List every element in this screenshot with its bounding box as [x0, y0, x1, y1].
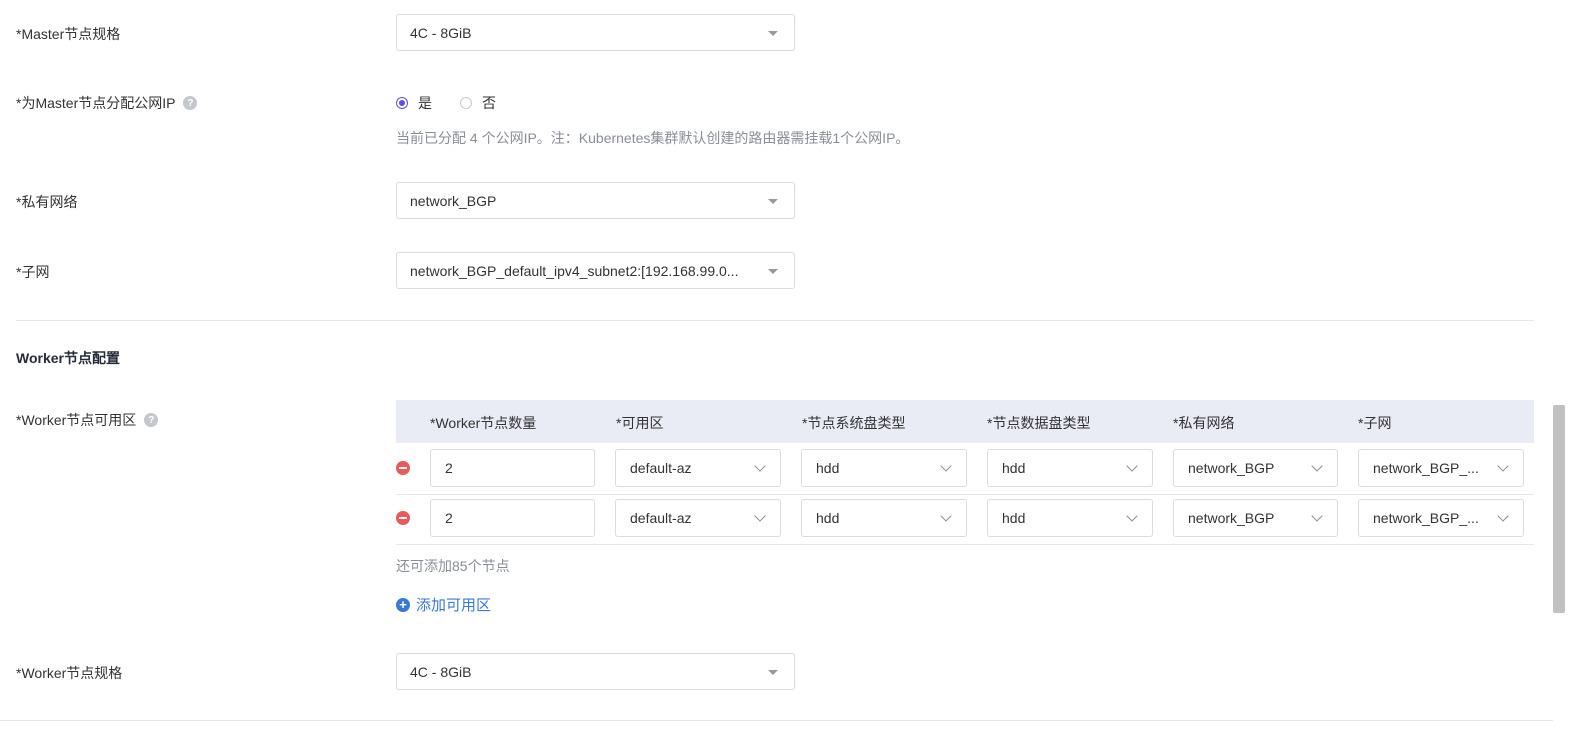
minus-circle-icon[interactable] — [396, 461, 410, 475]
worker-az-label: *Worker节点可用区 ? — [16, 410, 159, 430]
master-spec-value: 4C - 8GiB — [410, 24, 472, 41]
column-header: *私有网络 — [1173, 415, 1235, 431]
column-header: *子网 — [1358, 415, 1392, 431]
worker-table-header: *Worker节点数量 *可用区 *节点系统盘类型 *节点数据盘类型 *私有网络… — [396, 400, 1534, 443]
public-ip-hint: 当前已分配 4 个公网IP。注：Kubernetes集群默认创建的路由器需挂载1… — [396, 130, 910, 146]
chevron-down-icon — [1497, 460, 1509, 472]
column-header: *Worker节点数量 — [430, 415, 537, 431]
remaining-nodes-hint: 还可添加85个节点 — [396, 558, 510, 574]
minus-circle-icon[interactable] — [396, 511, 410, 525]
chevron-down-icon — [1311, 460, 1323, 472]
radio-checked-icon — [396, 97, 408, 109]
radio-yes[interactable]: 是 — [396, 93, 432, 113]
subnet-label: *子网 — [16, 264, 50, 280]
caret-down-icon — [768, 269, 778, 274]
bottom-divider — [0, 720, 1553, 721]
worker-spec-value: 4C - 8GiB — [410, 663, 472, 680]
plus-circle-icon: + — [396, 597, 410, 612]
caret-down-icon — [768, 670, 778, 675]
table-row: 2 default-az hdd hdd network_BGP network… — [396, 494, 1534, 545]
sys-disk-select[interactable]: hdd — [801, 449, 967, 487]
worker-count-input[interactable]: 2 — [430, 449, 595, 487]
network-label: *私有网络 — [16, 194, 78, 210]
chevron-down-icon — [754, 510, 766, 522]
column-header: *可用区 — [616, 415, 664, 431]
chevron-down-icon — [1126, 510, 1138, 522]
chevron-down-icon — [1497, 510, 1509, 522]
data-disk-select[interactable]: hdd — [987, 499, 1153, 537]
az-select[interactable]: default-az — [615, 449, 781, 487]
network-select[interactable]: network_BGP — [396, 182, 795, 219]
add-zone-button[interactable]: + 添加可用区 — [396, 594, 491, 615]
chevron-down-icon — [1126, 460, 1138, 472]
public-ip-radio-group: 是 否 — [396, 93, 524, 113]
subnet-select[interactable]: network_BGP_default_ipv4_subnet2:[192.16… — [396, 252, 795, 289]
master-spec-select[interactable]: 4C - 8GiB — [396, 14, 795, 51]
worker-count-input[interactable]: 2 — [430, 499, 595, 537]
data-disk-select[interactable]: hdd — [987, 449, 1153, 487]
worker-spec-label: *Worker节点规格 — [16, 665, 123, 681]
subnet-select[interactable]: network_BGP_... — [1358, 449, 1524, 487]
chevron-down-icon — [1311, 510, 1323, 522]
caret-down-icon — [768, 199, 778, 204]
column-header: *节点数据盘类型 — [987, 415, 1091, 431]
question-icon[interactable]: ? — [183, 96, 198, 110]
scrollbar-thumb[interactable] — [1553, 405, 1565, 613]
sys-disk-select[interactable]: hdd — [801, 499, 967, 537]
az-select[interactable]: default-az — [615, 499, 781, 537]
network-select[interactable]: network_BGP — [1173, 449, 1338, 487]
worker-section-title: Worker节点配置 — [16, 350, 120, 366]
section-divider — [16, 320, 1534, 321]
caret-down-icon — [768, 31, 778, 36]
radio-no[interactable]: 否 — [460, 93, 496, 113]
radio-unchecked-icon — [460, 97, 472, 109]
chevron-down-icon — [940, 460, 952, 472]
subnet-value: network_BGP_default_ipv4_subnet2:[192.16… — [410, 262, 739, 279]
master-spec-label: *Master节点规格 — [16, 26, 121, 42]
chevron-down-icon — [754, 460, 766, 472]
question-icon[interactable]: ? — [144, 413, 159, 427]
column-header: *节点系统盘类型 — [802, 415, 906, 431]
network-value: network_BGP — [410, 192, 497, 209]
public-ip-label: *为Master节点分配公网IP ? — [16, 93, 198, 113]
subnet-select[interactable]: network_BGP_... — [1358, 499, 1524, 537]
chevron-down-icon — [940, 510, 952, 522]
table-row: 2 default-az hdd hdd network_BGP network… — [396, 444, 1534, 495]
worker-spec-select[interactable]: 4C - 8GiB — [396, 653, 795, 690]
network-select[interactable]: network_BGP — [1173, 499, 1338, 537]
